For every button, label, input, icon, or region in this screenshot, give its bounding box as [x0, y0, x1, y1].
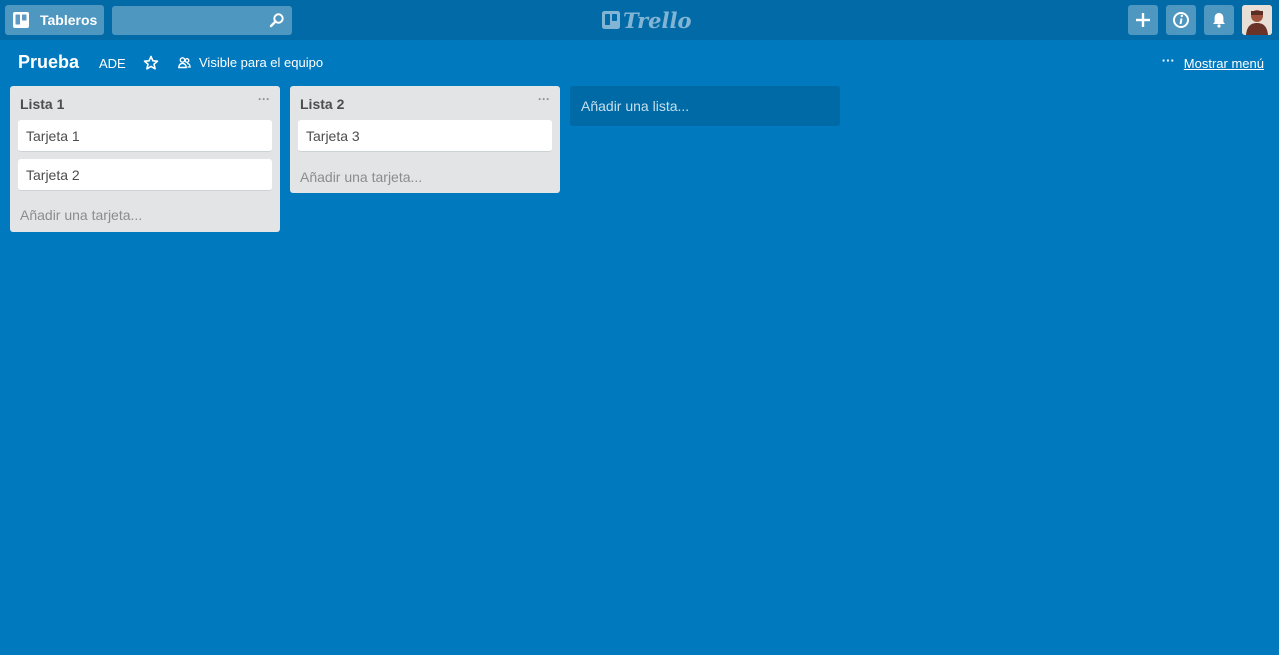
trello-logo[interactable]: Trello	[602, 7, 692, 33]
search-box[interactable]	[112, 6, 292, 35]
card[interactable]: Tarjeta 3	[298, 120, 552, 152]
show-menu-link[interactable]: ··· Mostrar menú	[1161, 52, 1264, 72]
add-button[interactable]	[1128, 5, 1158, 35]
list-menu-icon[interactable]: ···	[258, 92, 270, 106]
board-visibility[interactable]: Visible para el equipo	[178, 55, 323, 70]
plus-icon	[1136, 13, 1150, 27]
board-title[interactable]: Prueba	[18, 52, 79, 73]
list-header[interactable]: Lista 1 ···	[10, 86, 280, 120]
list-name[interactable]: Lista 1	[20, 96, 64, 112]
avatar-image	[1242, 5, 1272, 35]
add-card-button[interactable]: Añadir una tarjeta...	[290, 159, 560, 199]
boards-button-label: Tableros	[40, 12, 98, 28]
boards-button[interactable]: Tableros	[5, 5, 104, 35]
top-header: Tableros Trello	[0, 0, 1279, 40]
card[interactable]: Tarjeta 1	[18, 120, 272, 152]
star-icon[interactable]	[143, 55, 159, 71]
trello-logo-text: Trello	[623, 7, 692, 33]
board-team[interactable]: ADE	[99, 56, 126, 71]
add-list-button[interactable]: Añadir una lista...	[570, 86, 840, 126]
list-name[interactable]: Lista 2	[300, 96, 344, 112]
list: Lista 2 ··· Tarjeta 3 Añadir una tarjeta…	[290, 86, 560, 193]
show-menu-label: Mostrar menú	[1183, 56, 1264, 71]
boards-icon	[13, 12, 29, 28]
search-input[interactable]	[112, 6, 292, 35]
card[interactable]: Tarjeta 2	[18, 159, 272, 191]
trello-logo-icon	[602, 11, 620, 29]
list-menu-icon[interactable]: ···	[538, 92, 550, 106]
bell-icon	[1213, 13, 1225, 28]
info-button[interactable]	[1166, 5, 1196, 35]
team-icon	[178, 57, 191, 69]
add-card-button[interactable]: Añadir una tarjeta...	[10, 198, 280, 237]
more-icon: ···	[1161, 52, 1175, 68]
search-icon[interactable]	[269, 12, 285, 28]
notifications-button[interactable]	[1204, 5, 1234, 35]
board-visibility-label: Visible para el equipo	[199, 55, 324, 70]
list-header[interactable]: Lista 2 ···	[290, 86, 560, 120]
list: Lista 1 ··· Tarjeta 1 Tarjeta 2 Añadir u…	[10, 86, 280, 232]
user-avatar[interactable]	[1242, 5, 1272, 35]
info-icon	[1173, 12, 1189, 28]
